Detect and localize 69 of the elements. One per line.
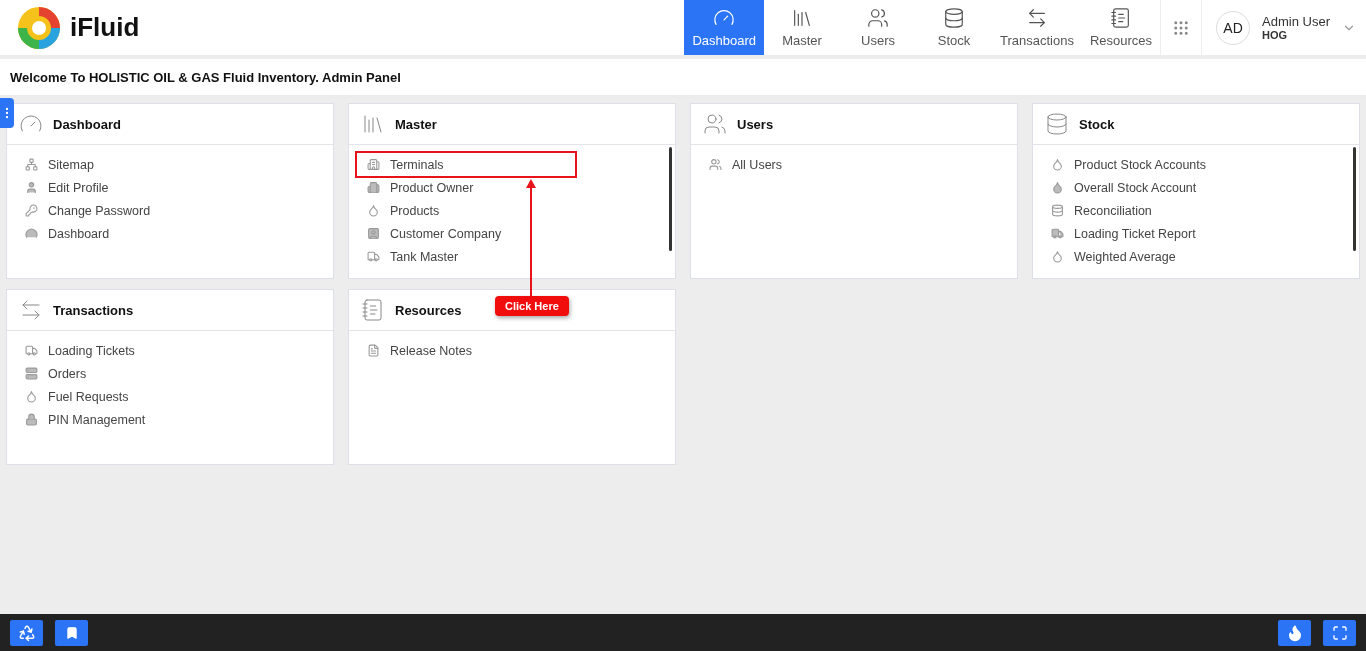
- user-org: HOG: [1262, 29, 1289, 41]
- click-here-callout: Click Here: [495, 296, 569, 316]
- coin-stack-icon: [1051, 204, 1064, 217]
- notebook-icon: [361, 298, 385, 322]
- scrollbar[interactable]: [1353, 147, 1356, 251]
- coin-stack-icon: [1045, 112, 1069, 136]
- scrollbar[interactable]: [669, 147, 672, 251]
- card-title: Users: [737, 116, 774, 132]
- sitemap-icon: [25, 158, 38, 171]
- menu-link[interactable]: Sitemap: [15, 153, 94, 176]
- books-icon: [791, 7, 813, 29]
- brand-name: iFluid: [70, 12, 140, 43]
- menu-link[interactable]: Release Notes: [357, 339, 472, 362]
- side-menu-toggle[interactable]: [0, 98, 14, 128]
- user-card-icon: [367, 227, 380, 240]
- menu-link[interactable]: Change Password: [15, 199, 151, 222]
- menu-link[interactable]: Product Owner: [357, 176, 474, 199]
- menu-link[interactable]: All Users: [699, 153, 782, 176]
- menu-link[interactable]: Overall Stock Account: [1041, 176, 1197, 199]
- users-icon: [867, 7, 889, 29]
- fullscreen-button[interactable]: [1323, 619, 1356, 646]
- truck-icon: [367, 250, 380, 263]
- droplet-icon: [1051, 181, 1064, 194]
- grid-dots-icon: [1172, 18, 1191, 37]
- nav-tab[interactable]: Dashboard: [684, 0, 764, 55]
- notebook-icon: [1110, 7, 1132, 29]
- menu-link[interactable]: Reconciliation: [1041, 199, 1152, 222]
- menu-link[interactable]: Customer Company: [357, 222, 502, 245]
- document-icon: [367, 344, 380, 357]
- key-icon: [25, 204, 38, 217]
- bookmark-icon: [64, 625, 79, 640]
- menu-link[interactable]: Loading Ticket Report: [1041, 222, 1196, 245]
- card-title: Transactions: [53, 302, 134, 318]
- droplet-icon: [1051, 250, 1064, 263]
- recycle-icon: [17, 623, 36, 642]
- menu-link[interactable]: Tank Master: [357, 245, 459, 268]
- menu-link[interactable]: PIN Management: [15, 408, 146, 431]
- menu-link[interactable]: Product Stock Accounts: [1041, 153, 1206, 176]
- swirl-logo-icon: [16, 4, 62, 51]
- menu-link[interactable]: Dashboard: [15, 222, 110, 245]
- user-name: Admin User: [1262, 14, 1330, 29]
- menu-link[interactable]: Orders: [15, 362, 87, 385]
- menu-link[interactable]: Edit Profile: [15, 176, 109, 199]
- truck-icon: [25, 344, 38, 357]
- fullscreen-icon: [1331, 624, 1348, 641]
- menu-link[interactable]: Weighted Average: [1041, 245, 1176, 268]
- menu-link[interactable]: Products: [357, 199, 440, 222]
- truck-icon: [1051, 227, 1064, 240]
- card-title: Stock: [1079, 116, 1115, 132]
- building-icon: [367, 158, 380, 171]
- droplet-icon: [25, 390, 38, 403]
- flame-button[interactable]: [1278, 619, 1311, 646]
- droplet-icon: [1051, 158, 1064, 171]
- users-icon: [709, 158, 722, 171]
- lock-icon: [25, 413, 38, 426]
- building-icon: [367, 181, 380, 194]
- recycle-button[interactable]: [10, 619, 43, 646]
- card-title: Master: [395, 116, 437, 132]
- card-title: Dashboard: [53, 116, 121, 132]
- users-icon: [703, 112, 727, 136]
- card-title: Resources: [395, 302, 462, 318]
- coin-stack-icon: [943, 7, 965, 29]
- menu-link[interactable]: Loading Tickets: [15, 339, 135, 362]
- droplet-icon: [367, 204, 380, 217]
- bookmark-button[interactable]: [55, 619, 88, 646]
- user-icon: [25, 181, 38, 194]
- menu-link[interactable]: Fuel Requests: [15, 385, 129, 408]
- server-icon: [25, 367, 38, 380]
- menu-link[interactable]: Terminals: [357, 153, 575, 176]
